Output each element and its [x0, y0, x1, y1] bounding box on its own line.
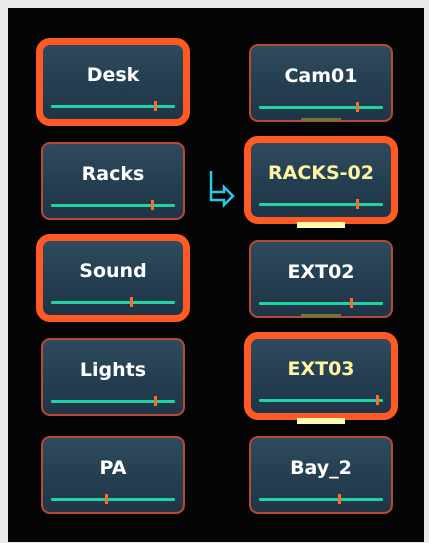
- destination-key-2[interactable]: EXT02: [249, 240, 393, 318]
- tally-light: [301, 118, 341, 121]
- level-meter: [259, 494, 383, 504]
- source-key-0[interactable]: Desk: [36, 38, 190, 126]
- level-meter: [51, 396, 175, 406]
- source-key-label: Desk: [86, 64, 140, 87]
- level-meter: [51, 494, 175, 504]
- router-panel-screen: Desk Racks Sound Lights PA Cam01 RACKS-02 EXT0…: [8, 8, 424, 542]
- level-marker: [154, 101, 157, 111]
- tally-light: [297, 222, 345, 228]
- source-key-2[interactable]: Sound: [36, 234, 190, 322]
- level-meter: [259, 102, 383, 112]
- level-marker: [154, 396, 157, 406]
- tally-light: [301, 314, 341, 317]
- level-marker: [350, 298, 353, 308]
- source-key-1[interactable]: Racks: [41, 142, 185, 220]
- destination-key-0[interactable]: Cam01: [249, 44, 393, 122]
- source-key-label: Racks: [81, 163, 145, 186]
- level-marker: [356, 199, 359, 209]
- destination-key-label: RACKS-02: [267, 162, 374, 185]
- destination-key-3[interactable]: EXT03: [244, 332, 398, 420]
- level-marker: [151, 200, 154, 210]
- level-meter: [51, 101, 175, 111]
- destination-key-label: Cam01: [284, 65, 358, 88]
- level-marker: [105, 494, 108, 504]
- level-meter: [259, 395, 383, 405]
- source-key-3[interactable]: Lights: [41, 338, 185, 416]
- route-arrow-icon: [209, 171, 235, 208]
- level-marker: [338, 494, 341, 504]
- source-key-label: Lights: [79, 359, 147, 382]
- source-key-4[interactable]: PA: [41, 436, 185, 514]
- level-marker: [376, 395, 379, 405]
- tally-light: [297, 418, 345, 424]
- level-meter: [259, 199, 383, 209]
- source-key-label: Sound: [79, 260, 147, 283]
- level-meter: [51, 200, 175, 210]
- destination-key-label: EXT03: [287, 358, 355, 381]
- level-meter: [51, 297, 175, 307]
- destination-key-label: Bay_2: [290, 457, 352, 480]
- level-meter: [259, 298, 383, 308]
- level-marker: [130, 297, 133, 307]
- destination-key-4[interactable]: Bay_2: [249, 436, 393, 514]
- level-marker: [356, 102, 359, 112]
- destination-key-1[interactable]: RACKS-02: [244, 136, 398, 224]
- source-key-label: PA: [99, 457, 127, 480]
- destination-key-label: EXT02: [287, 261, 355, 284]
